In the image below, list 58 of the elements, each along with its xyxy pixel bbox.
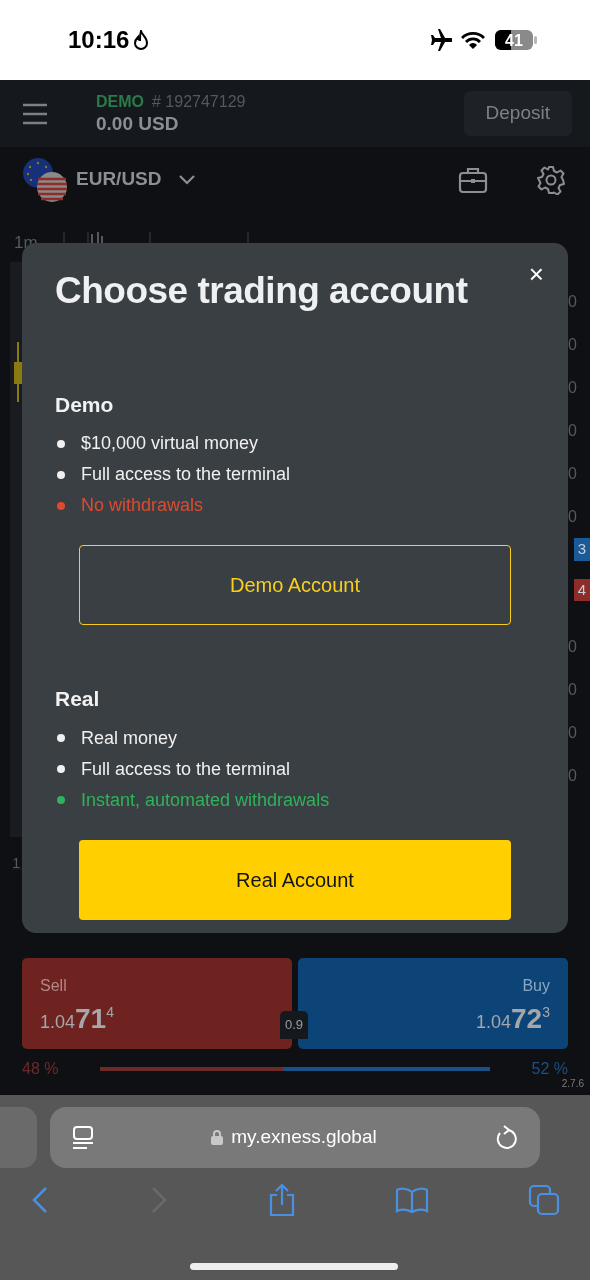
- chevron-down-icon[interactable]: [177, 173, 196, 186]
- sell-percent: 48 %: [22, 1059, 59, 1079]
- section-heading: Demo: [55, 391, 115, 418]
- feature-text: Instant, automated withdrawals: [81, 788, 330, 812]
- dialog-title: Choose trading account: [55, 269, 469, 313]
- axis-label: 1: [12, 853, 21, 873]
- bullet-icon: [57, 765, 65, 773]
- lock-icon: [211, 1130, 224, 1145]
- settings-icon[interactable]: [536, 164, 566, 195]
- feature-text: $10,000 virtual money: [81, 432, 259, 455]
- account-button[interactable]: Demo Account: [79, 545, 511, 625]
- axis-label: 0: [568, 766, 578, 785]
- deposit-button[interactable]: Deposit: [463, 91, 572, 136]
- axis-label: 0: [568, 421, 578, 440]
- bullet-icon: [57, 470, 65, 479]
- url-text: my.exness.global: [231, 1125, 377, 1150]
- bullet-icon: [57, 439, 65, 448]
- address-bar[interactable]: my.exness.global: [50, 1107, 540, 1168]
- account-mode: DEMO: [96, 91, 144, 112]
- feature-text: Full access to the terminal: [81, 757, 291, 781]
- tabs-icon[interactable]: [528, 1184, 560, 1216]
- buy-percent: 52 %: [531, 1059, 568, 1079]
- menu-icon[interactable]: [22, 102, 48, 125]
- axis-label: 0: [568, 292, 578, 311]
- close-button[interactable]: ×: [528, 261, 544, 287]
- price-tag: 3: [573, 538, 590, 561]
- symbol-name[interactable]: EUR/USD: [76, 165, 162, 194]
- price-tag: 4: [573, 578, 590, 601]
- axis-label: 0: [568, 680, 578, 699]
- axis-label: 0: [568, 378, 578, 397]
- wifi-icon: [460, 30, 486, 50]
- axis-label: 0: [568, 464, 578, 483]
- axis-label: 0: [568, 723, 578, 742]
- axis-label: 0: [568, 507, 578, 526]
- flame-icon: [133, 30, 150, 50]
- balance: 0.00 USD: [96, 111, 180, 136]
- axis-label: 0: [568, 335, 578, 354]
- status-time: 10:16: [68, 25, 130, 55]
- book-icon[interactable]: [395, 1187, 429, 1213]
- bullet-icon: [57, 501, 65, 510]
- account-button[interactable]: Real Account: [79, 839, 511, 920]
- bullet-icon: [57, 734, 65, 742]
- share-icon[interactable]: [268, 1183, 296, 1217]
- feature-text: Real money: [81, 726, 178, 750]
- spread-value: 0.9: [280, 1011, 309, 1039]
- axis-label: 0: [568, 637, 578, 656]
- account-number: # 192747129: [152, 91, 246, 112]
- section-heading: Real: [55, 686, 101, 712]
- briefcase-icon[interactable]: [458, 165, 488, 194]
- back-icon[interactable]: [30, 1186, 50, 1214]
- page-menu-icon[interactable]: [72, 1125, 94, 1150]
- version-label: 2.7.6: [561, 1077, 584, 1091]
- airplane-icon: [428, 29, 452, 51]
- reload-icon[interactable]: [494, 1124, 518, 1151]
- feature-text: Full access to the terminal: [81, 463, 291, 486]
- flag-icon: [22, 156, 68, 203]
- bullet-icon: [57, 796, 65, 804]
- feature-text: No withdrawals: [81, 494, 204, 517]
